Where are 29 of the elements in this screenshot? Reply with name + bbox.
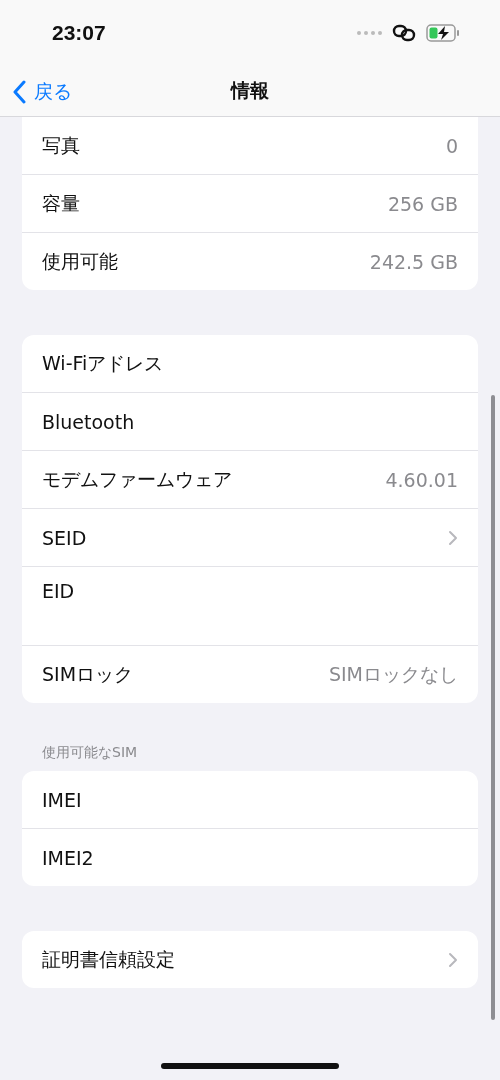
- settings-row[interactable]: SEID: [22, 508, 478, 566]
- row-label: 容量: [42, 190, 80, 216]
- row-value: 4.60.01: [385, 468, 458, 491]
- signal-dots-icon: [356, 30, 382, 36]
- row-label: EID: [42, 580, 75, 602]
- row-label: 写真: [42, 132, 80, 158]
- back-chevron-icon: [12, 80, 26, 104]
- settings-row[interactable]: 証明書信頼設定: [22, 931, 478, 988]
- battery-charging-icon: [426, 24, 460, 42]
- row-label: Bluetooth: [42, 410, 135, 433]
- row-label: モデムファームウェア: [42, 466, 232, 492]
- back-link[interactable]: 戻る: [12, 79, 72, 105]
- chevron-icon: [448, 951, 458, 968]
- link-icon: [392, 24, 416, 42]
- chevron-icon: [448, 529, 458, 546]
- row-value: 0: [445, 134, 458, 157]
- row-label: SEID: [42, 526, 87, 549]
- row-value: SIMロックなし: [328, 661, 458, 687]
- row-label: 使用可能: [42, 248, 118, 274]
- row-label: Wi-Fiアドレス: [42, 350, 164, 376]
- row-label: IMEI: [42, 788, 82, 811]
- row-label: IMEI2: [42, 846, 94, 869]
- nav-title: 情報: [231, 78, 269, 103]
- section-header: 使用可能なSIM: [41, 744, 139, 762]
- row-label: SIMロック: [42, 661, 134, 687]
- row-label: 証明書信頼設定: [42, 946, 175, 972]
- row-value: 242.5 GB: [369, 250, 458, 273]
- status-time: 23:07: [52, 21, 106, 45]
- row-value: 256 GB: [387, 192, 458, 215]
